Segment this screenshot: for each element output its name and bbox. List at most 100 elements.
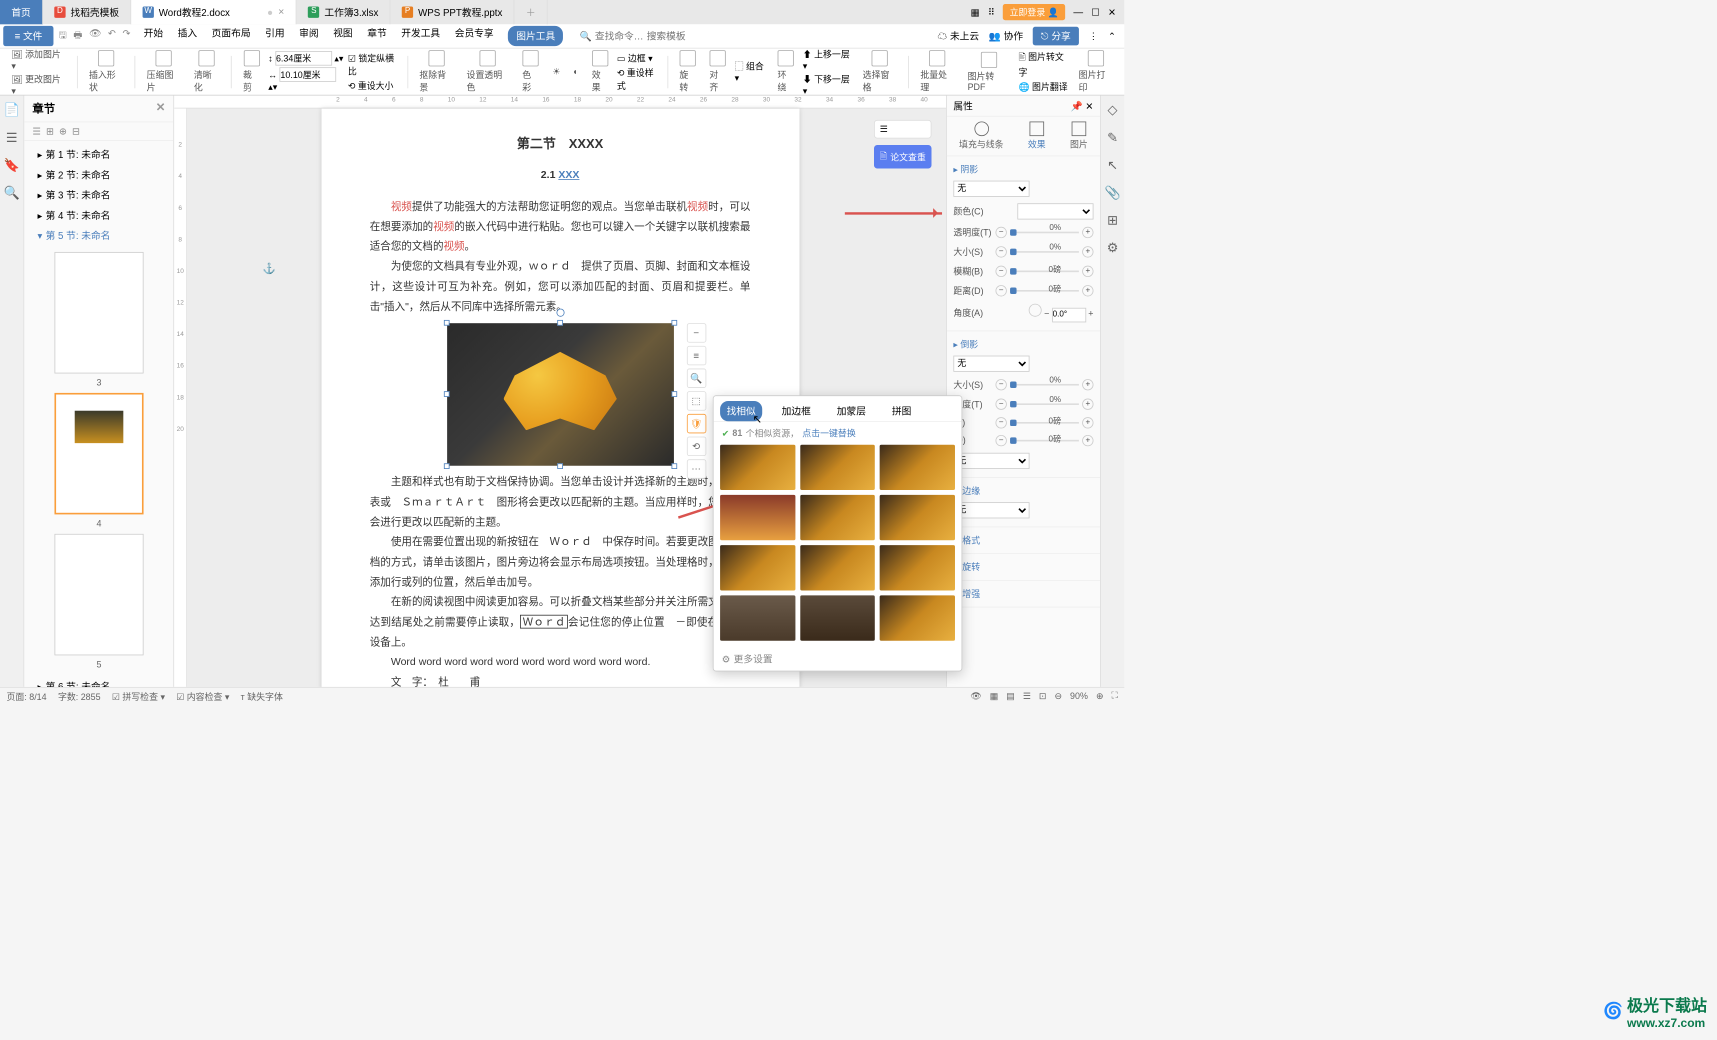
float-layout-icon[interactable]: ≡ bbox=[686, 346, 705, 365]
float-similar-icon[interactable]: 🛡 bbox=[686, 414, 705, 433]
cloud-status[interactable]: ☁ 未上云 bbox=[938, 29, 980, 43]
brightness-icon[interactable]: ☀ bbox=[548, 66, 566, 77]
view-mode-icon[interactable]: 👁 bbox=[970, 691, 981, 702]
remove-bg-button[interactable]: 抠除背景 bbox=[414, 50, 458, 94]
section-item-active[interactable]: ▾ 第 5 节: 未命名 bbox=[24, 225, 173, 245]
resize-handle[interactable] bbox=[671, 463, 677, 469]
compress-button[interactable]: 压缩图片 bbox=[142, 50, 186, 94]
wrap-button[interactable]: 环绕 bbox=[773, 50, 800, 94]
dec-icon[interactable]: − bbox=[995, 227, 1006, 238]
insert-shape-button[interactable]: 插入形状 bbox=[84, 50, 128, 94]
select-pane-button[interactable]: 选择窗格 bbox=[858, 50, 902, 94]
login-button[interactable]: 立即登录 👤 bbox=[1003, 4, 1065, 20]
shadow-color-select[interactable] bbox=[1017, 203, 1093, 219]
share-button[interactable]: ⎋ 分享 bbox=[1033, 27, 1079, 46]
reset-style-button[interactable]: ⟲ 重设样式 bbox=[617, 66, 661, 92]
img-to-text-button[interactable]: 🖹 图片转文字 bbox=[1018, 50, 1070, 78]
shadow-section[interactable]: ▸ 阴影 bbox=[953, 161, 1093, 177]
command-search-input[interactable] bbox=[595, 30, 644, 41]
rotate-button[interactable]: 旋转 bbox=[674, 50, 701, 94]
float-more-icon[interactable]: ⋯ bbox=[686, 459, 705, 478]
content-check-toggle[interactable]: ☑ 内容检查 ▾ bbox=[176, 690, 229, 703]
menu-reference[interactable]: 引用 bbox=[265, 26, 284, 46]
similar-image-cell[interactable] bbox=[800, 595, 875, 640]
reflect-preset-select[interactable]: 无 bbox=[953, 355, 1029, 371]
float-replace-icon[interactable]: ⟲ bbox=[686, 437, 705, 456]
similar-image-cell[interactable] bbox=[880, 545, 955, 590]
section-item[interactable]: ▸ 第 3 节: 未命名 bbox=[24, 185, 173, 205]
img-print-button[interactable]: 图片打印 bbox=[1074, 50, 1118, 94]
img-to-pdf-button[interactable]: 图片转PDF bbox=[963, 51, 1016, 91]
section-item[interactable]: ▸ 第 2 节: 未命名 bbox=[24, 164, 173, 184]
tab-word-doc[interactable]: WWord教程2.docx●✕ bbox=[131, 0, 297, 24]
tab-home[interactable]: 首页 bbox=[0, 0, 43, 24]
reflect-section[interactable]: ▸ 倒影 bbox=[953, 336, 1093, 352]
width-input[interactable] bbox=[280, 67, 337, 82]
fix-section[interactable]: 复增强 bbox=[953, 585, 1093, 601]
view-outline-icon[interactable]: ☰ bbox=[1023, 691, 1031, 702]
menu-start[interactable]: 开始 bbox=[144, 26, 163, 46]
vertical-ruler[interactable]: 2468101214161820 bbox=[174, 109, 187, 687]
nav-tool-2[interactable]: ⊞ bbox=[46, 126, 54, 137]
selected-image[interactable]: − ≡ 🔍 ⬚ 🛡 ⟲ ⋯ bbox=[447, 323, 674, 466]
inc-icon[interactable]: + bbox=[1082, 227, 1093, 238]
essay-check-button[interactable]: 🗎 论文查重 bbox=[874, 145, 931, 168]
tab-new[interactable]: ＋ bbox=[515, 0, 548, 24]
grid-icon[interactable]: ▦ bbox=[971, 6, 980, 17]
similar-image-cell[interactable] bbox=[880, 595, 955, 640]
section-item[interactable]: ▸ 第 1 节: 未命名 bbox=[24, 144, 173, 164]
collab-button[interactable]: 👥 协作 bbox=[989, 29, 1023, 43]
nav-tool-1[interactable]: ☰ bbox=[32, 126, 41, 137]
resize-handle[interactable] bbox=[443, 391, 449, 397]
effect-button[interactable]: 效果 bbox=[587, 50, 614, 94]
pen-icon[interactable]: ✎ bbox=[1107, 130, 1118, 146]
tab-pptx[interactable]: PWPS PPT教程.pptx bbox=[391, 0, 515, 24]
menu-dev[interactable]: 开发工具 bbox=[401, 26, 440, 46]
menu-review[interactable]: 审阅 bbox=[299, 26, 318, 46]
view-print-icon[interactable]: ▦ bbox=[990, 691, 998, 702]
zoom-in-icon[interactable]: ⊕ bbox=[1096, 691, 1103, 702]
float-crop-icon[interactable]: ⬚ bbox=[686, 391, 705, 410]
menu-insert[interactable]: 插入 bbox=[178, 26, 197, 46]
gear-icon[interactable]: ⚙ bbox=[1107, 240, 1119, 256]
replace-link[interactable]: 点击一键替换 bbox=[802, 427, 855, 440]
similar-image-cell[interactable] bbox=[800, 545, 875, 590]
move-up-button[interactable]: ⬆ 上移一层 ▾ bbox=[803, 47, 855, 70]
page-indicator[interactable]: 页面: 8/14 bbox=[6, 690, 46, 703]
tab-image[interactable]: 图片 bbox=[1070, 122, 1088, 151]
resize-handle[interactable] bbox=[557, 463, 563, 469]
horizontal-ruler[interactable]: 246810121416182022242628303234363840 bbox=[174, 96, 946, 109]
float-minus-icon[interactable]: − bbox=[686, 323, 705, 342]
tab-fill-line[interactable]: 填充与线条 bbox=[959, 122, 1004, 151]
page-tool-icon[interactable]: ☰ bbox=[874, 120, 931, 139]
apps-icon[interactable]: ⠿ bbox=[988, 6, 995, 17]
similar-image-cell[interactable] bbox=[720, 495, 795, 540]
maximize-icon[interactable]: ☐ bbox=[1091, 6, 1100, 17]
nav-close-icon[interactable]: ✕ bbox=[156, 100, 166, 116]
nav-tool-4[interactable]: ⊟ bbox=[72, 126, 80, 137]
threed-section[interactable]: 维格式 bbox=[953, 532, 1093, 548]
page-thumb-selected[interactable] bbox=[54, 393, 143, 514]
align-button[interactable]: 对齐 bbox=[705, 50, 732, 94]
tab-template[interactable]: D找稻壳模板 bbox=[43, 0, 131, 24]
reset-size-button[interactable]: ⟲ 重设大小 bbox=[348, 79, 401, 92]
props-close-icon[interactable]: ✕ bbox=[1085, 100, 1093, 111]
angle-dial[interactable] bbox=[1029, 304, 1042, 317]
menu-section[interactable]: 章节 bbox=[367, 26, 386, 46]
section-item[interactable]: ▸ 第 4 节: 未命名 bbox=[24, 205, 173, 225]
page-thumb[interactable] bbox=[54, 252, 143, 374]
file-menu[interactable]: ≡ 文件 bbox=[3, 26, 54, 46]
similar-image-cell[interactable] bbox=[720, 445, 795, 490]
shadow-preset-select[interactable]: 无 bbox=[953, 181, 1029, 197]
clip-icon[interactable]: 📎 bbox=[1104, 185, 1120, 201]
color-button[interactable]: 色彩 bbox=[517, 50, 544, 94]
nav-icon[interactable]: ☰ bbox=[6, 130, 18, 146]
softedge-section[interactable]: 化边缘 bbox=[953, 482, 1093, 498]
crop-button[interactable]: 裁剪 bbox=[238, 50, 265, 94]
menu-view[interactable]: 视图 bbox=[333, 26, 352, 46]
nav-tool-3[interactable]: ⊕ bbox=[59, 126, 67, 137]
fullscreen-icon[interactable]: ⛶ bbox=[1112, 691, 1118, 702]
transparency-button[interactable]: 设置透明色 bbox=[462, 50, 515, 94]
move-down-button[interactable]: ⬇ 下移一层 ▾ bbox=[803, 72, 855, 95]
collapse-ribbon-icon[interactable]: ⌃ bbox=[1108, 30, 1116, 41]
